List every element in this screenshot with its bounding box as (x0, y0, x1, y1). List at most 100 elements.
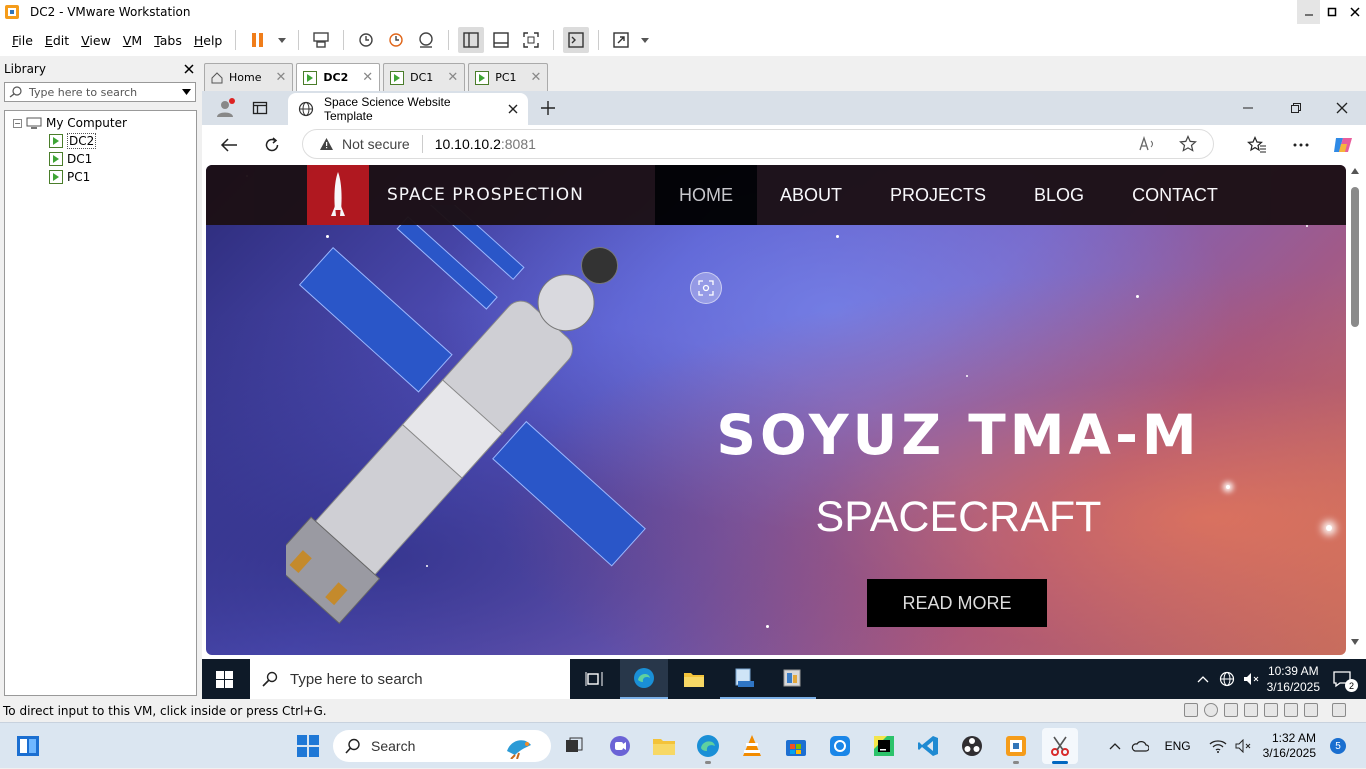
new-tab-plus-icon[interactable] (540, 100, 556, 116)
vm-console[interactable]: Space Science Website Template Not secur… (202, 91, 1366, 699)
close-tab-icon[interactable]: ✕ (275, 70, 286, 85)
teams-meet-icon[interactable] (602, 728, 638, 764)
guest-notification-center-icon[interactable]: 2 (1332, 670, 1358, 692)
tab-actions-icon[interactable] (252, 100, 268, 116)
guest-admin-tools-icon[interactable] (768, 659, 816, 699)
site-brand[interactable]: SPACE PROSPECTION (387, 185, 584, 205)
maximize-button[interactable] (1320, 0, 1343, 24)
scroll-down-arrow-icon[interactable] (1351, 639, 1359, 645)
snapshot-manager-icon[interactable] (413, 27, 439, 53)
stretch-dropdown-chevron-icon[interactable] (638, 27, 652, 53)
snapshot-icon[interactable] (353, 27, 379, 53)
read-aloud-icon[interactable] (1139, 136, 1157, 152)
tab-home[interactable]: Home ✕ (204, 63, 294, 91)
widgets-icon[interactable] (10, 728, 46, 764)
revert-snapshot-icon[interactable] (383, 27, 409, 53)
network-adapter-icon[interactable] (1224, 703, 1238, 717)
nav-home[interactable]: HOME (655, 165, 757, 225)
full-screen-icon[interactable] (518, 27, 544, 53)
browser-restore-icon[interactable] (1290, 102, 1302, 114)
pause-button[interactable] (245, 27, 271, 53)
tree-vm-pc1[interactable]: PC1 (5, 168, 196, 186)
console-view-icon[interactable] (563, 27, 590, 53)
host-file-explorer-icon[interactable] (646, 728, 682, 764)
onedrive-cloud-icon[interactable] (1131, 740, 1149, 752)
display-icon[interactable] (1332, 703, 1346, 717)
visual-search-icon[interactable] (690, 272, 722, 304)
collapse-toggle-icon[interactable]: − (13, 118, 22, 128)
host-clock[interactable]: 1:32 AM 3/16/2025 (1263, 731, 1316, 761)
stretch-guest-icon[interactable] (608, 27, 634, 53)
snipping-tool-icon[interactable] (1042, 728, 1078, 764)
menu-file[interactable]: File (6, 33, 39, 48)
network-adapter-2-icon[interactable] (1244, 703, 1258, 717)
favorite-star-icon[interactable] (1179, 135, 1197, 153)
volume-muted-icon[interactable] (1235, 739, 1251, 753)
close-tab-icon[interactable]: ✕ (447, 70, 458, 85)
task-view-icon[interactable] (570, 659, 618, 699)
task-view-icon[interactable] (556, 728, 592, 764)
refresh-icon[interactable] (264, 137, 280, 153)
tree-vm-dc2[interactable]: DC2 (5, 132, 196, 150)
tab-dc1[interactable]: DC1 ✕ (383, 63, 466, 91)
browser-close-icon[interactable] (1336, 102, 1348, 114)
browser-tab-active[interactable]: Space Science Website Template (288, 93, 528, 125)
cd-dvd-icon[interactable] (1204, 703, 1218, 717)
menu-view[interactable]: View (75, 33, 117, 48)
printer-icon[interactable] (1284, 703, 1298, 717)
show-library-icon[interactable] (458, 27, 485, 53)
scroll-up-arrow-icon[interactable] (1351, 168, 1359, 174)
page-scrollbar[interactable] (1348, 165, 1362, 655)
send-ctrl-alt-del-icon[interactable] (308, 27, 334, 53)
volume-muted-icon[interactable] (1243, 672, 1259, 686)
guest-file-explorer-icon[interactable] (670, 659, 718, 699)
browser-minimize-icon[interactable] (1242, 102, 1254, 114)
address-bar[interactable]: Not secure 10.10.10.2:8081 (302, 129, 1214, 159)
menu-vm[interactable]: VM (117, 33, 148, 48)
nav-blog[interactable]: BLOG (1016, 165, 1102, 225)
close-browser-tab-icon[interactable] (508, 104, 518, 114)
obs-studio-icon[interactable] (954, 728, 990, 764)
menu-tabs[interactable]: Tabs (148, 33, 188, 48)
vs-code-icon[interactable] (910, 728, 946, 764)
wifi-icon[interactable] (1209, 739, 1227, 753)
copilot-icon[interactable] (1332, 134, 1354, 156)
tree-my-computer[interactable]: − My Computer (5, 114, 196, 132)
vlc-icon[interactable] (734, 728, 770, 764)
nav-about[interactable]: ABOUT (762, 165, 860, 225)
windows-start-icon[interactable] (216, 671, 233, 688)
host-edge-icon[interactable] (690, 728, 726, 764)
read-more-button[interactable]: READ MORE (867, 579, 1047, 627)
show-hidden-icons-chevron-icon[interactable] (1197, 675, 1209, 683)
scroll-thumb[interactable] (1351, 187, 1359, 327)
not-secure-label[interactable]: Not secure (342, 136, 410, 152)
close-window-button[interactable] (1343, 0, 1366, 24)
input-language[interactable]: ENG (1165, 739, 1191, 753)
microsoft-store-icon[interactable] (778, 728, 814, 764)
connect-app-icon[interactable] (822, 728, 858, 764)
host-vmware-icon[interactable] (998, 728, 1034, 764)
search-dropdown-chevron-icon[interactable] (182, 89, 191, 95)
profile-avatar-icon[interactable] (214, 97, 236, 119)
host-search-box[interactable]: Search (333, 730, 551, 762)
menu-help[interactable]: Help (188, 33, 229, 48)
network-globe-icon[interactable] (1219, 671, 1235, 687)
close-tab-icon[interactable]: ✕ (531, 70, 542, 85)
site-logo[interactable] (307, 165, 369, 225)
hard-disk-icon[interactable] (1184, 703, 1198, 717)
guest-clock[interactable]: 10:39 AM 3/16/2025 (1267, 663, 1320, 695)
menu-edit[interactable]: Edit (39, 33, 75, 48)
usb-icon[interactable] (1264, 703, 1278, 717)
notification-count-badge[interactable]: 5 (1330, 738, 1346, 754)
show-hidden-icons-chevron-icon[interactable] (1109, 742, 1121, 750)
thumbnail-bar-icon[interactable] (488, 27, 514, 53)
favorites-icon[interactable] (1247, 136, 1267, 154)
close-tab-icon[interactable]: ✕ (362, 70, 373, 85)
guest-edge-icon[interactable] (620, 659, 668, 699)
nav-projects[interactable]: PROJECTS (876, 165, 1000, 225)
library-search-input[interactable]: Type here to search (4, 82, 196, 102)
tab-dc2[interactable]: DC2 ✕ (296, 63, 381, 91)
nav-contact[interactable]: CONTACT (1120, 165, 1230, 225)
close-library-icon[interactable] (184, 64, 194, 74)
power-dropdown-chevron-icon[interactable] (275, 27, 289, 53)
